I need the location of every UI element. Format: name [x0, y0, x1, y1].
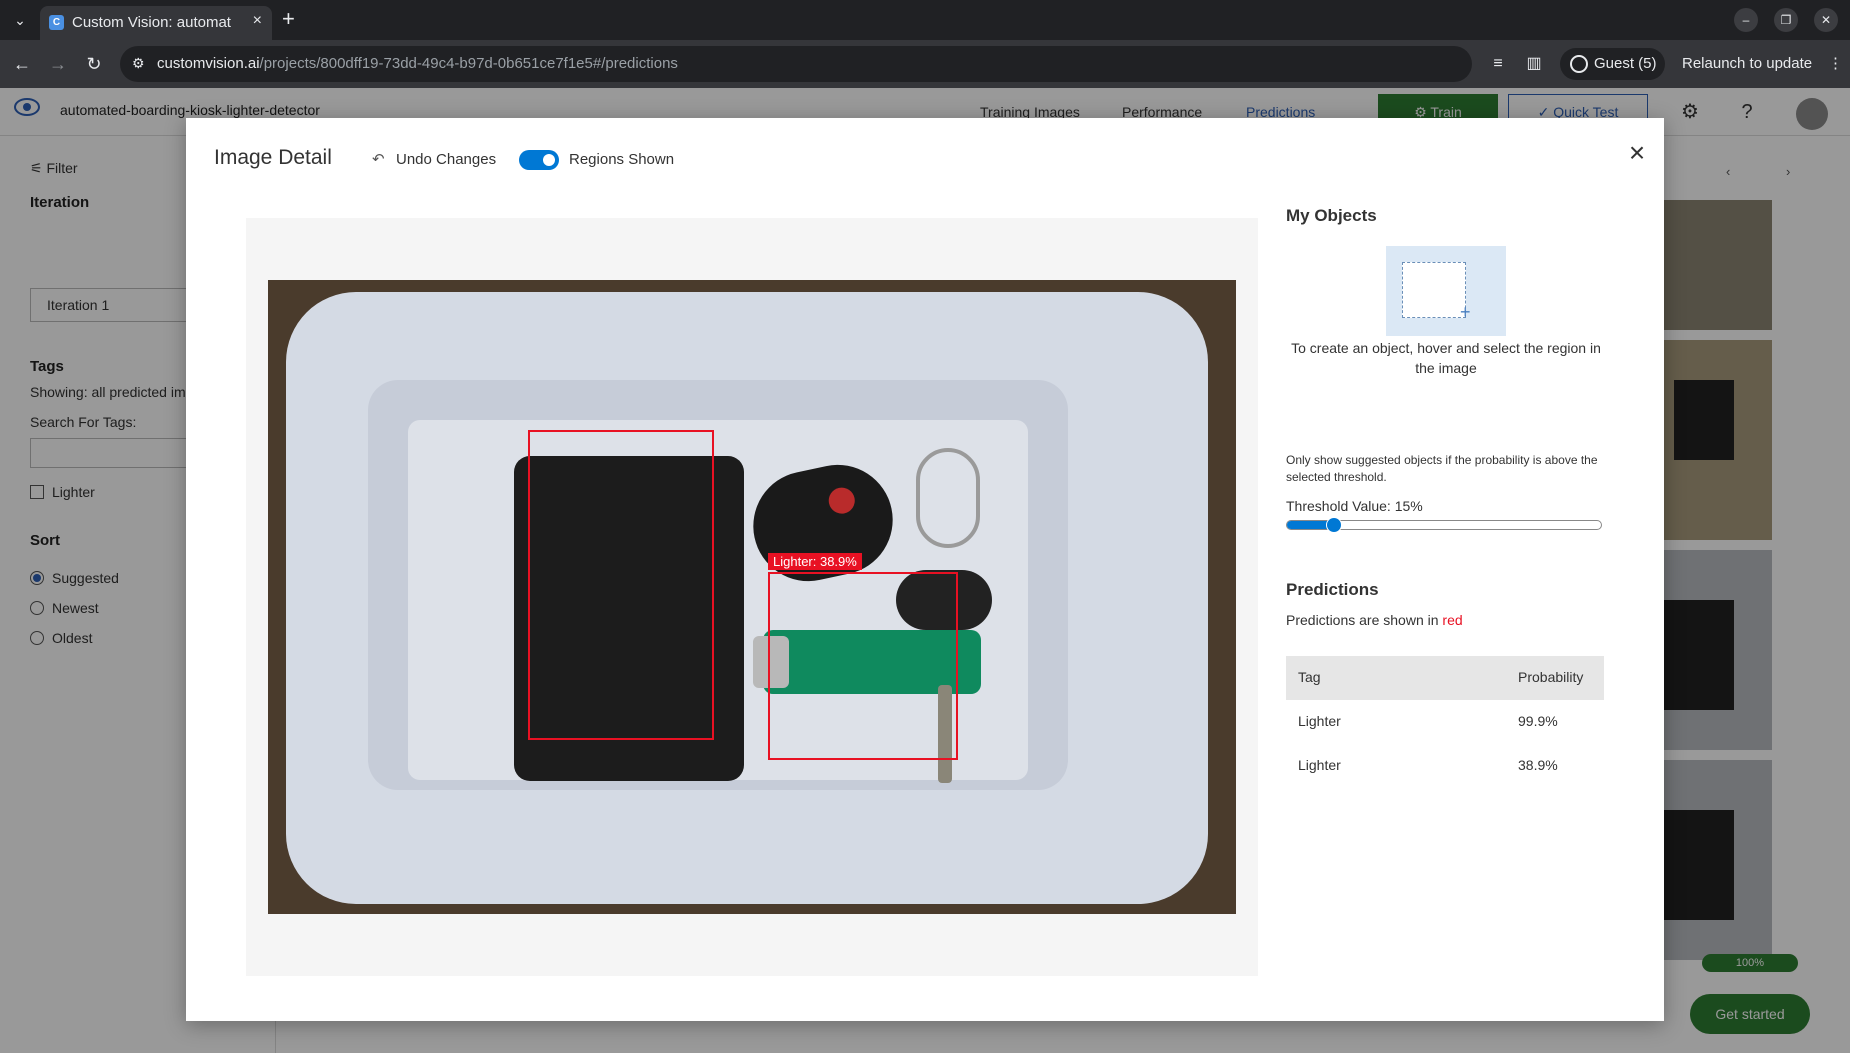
threshold-label: Threshold Value: 15%	[1286, 498, 1423, 514]
tab-close-icon[interactable]: ×	[253, 12, 262, 30]
predictions-note-text: Predictions are shown in	[1286, 612, 1439, 628]
threshold-slider[interactable]	[1286, 517, 1602, 533]
tray-photo[interactable]: Lighter: 38.9%	[268, 280, 1236, 914]
profile-icon	[1570, 55, 1588, 73]
row-tag: Lighter	[1298, 757, 1341, 773]
dialog-title: Image Detail	[214, 146, 332, 169]
side-panel-icon[interactable]: ▥	[1522, 52, 1546, 76]
window-close-icon[interactable]: ✕	[1814, 8, 1838, 32]
row-probability: 38.9%	[1518, 757, 1558, 773]
probability-column-header: Probability	[1518, 669, 1584, 685]
image-canvas[interactable]: Lighter: 38.9%	[246, 218, 1258, 976]
forward-icon[interactable]: →	[46, 52, 70, 76]
table-row[interactable]: Lighter 38.9%	[1286, 744, 1604, 788]
undo-label: Undo Changes	[396, 151, 497, 168]
relaunch-button[interactable]: Relaunch to update ⋮	[1682, 48, 1843, 80]
key-ring	[916, 448, 980, 548]
minimize-icon[interactable]: –	[1734, 8, 1758, 32]
back-icon[interactable]: ←	[10, 52, 34, 76]
prediction-region-2[interactable]	[768, 572, 958, 760]
threshold-note: Only show suggested objects if the proba…	[1286, 453, 1598, 484]
dashed-region-icon	[1402, 262, 1466, 318]
right-panel: My Objects + To create an object, hover …	[1286, 118, 1646, 1018]
image-detail-dialog: Image Detail ↶ Undo Changes Regions Shown…	[186, 118, 1664, 1021]
tab-title: Custom Vision: automat	[72, 14, 231, 31]
predictions-note-color: red	[1442, 612, 1463, 628]
url-text: customvision.ai/projects/800dff19-73dd-4…	[157, 55, 678, 72]
browser-toolbar: ← → ↻ ⚙ customvision.ai/projects/800dff1…	[0, 40, 1850, 88]
media-icon[interactable]: ≡	[1486, 52, 1510, 76]
site-info-icon[interactable]: ⚙	[132, 55, 145, 72]
my-objects-heading: My Objects	[1286, 206, 1377, 225]
slider-thumb[interactable]	[1326, 517, 1342, 533]
row-probability: 99.9%	[1518, 713, 1558, 729]
guest-label: Guest (5)	[1594, 55, 1657, 72]
region-label: Lighter: 38.9%	[768, 553, 862, 570]
browser-tabbar: ⌄ C Custom Vision: automat × + – ❐ ✕	[0, 0, 1850, 40]
tab-list-icon[interactable]: ⌄	[8, 8, 32, 32]
undo-changes-button[interactable]: ↶ Undo Changes	[372, 150, 496, 168]
browser-tab[interactable]: C Custom Vision: automat ×	[40, 6, 272, 40]
tag-column-header: Tag	[1298, 669, 1321, 685]
table-row[interactable]: Lighter 99.9%	[1286, 700, 1604, 744]
guest-profile-button[interactable]: Guest (5)	[1560, 48, 1665, 80]
address-bar[interactable]: ⚙ customvision.ai/projects/800dff19-73dd…	[120, 46, 1472, 82]
favicon-icon: C	[49, 15, 64, 30]
table-header: Tag Probability	[1286, 656, 1604, 700]
regions-toggle-label: Regions Shown	[569, 151, 675, 168]
regions-toggle[interactable]	[519, 150, 559, 170]
key-fob-button	[826, 485, 858, 517]
prediction-region-1[interactable]	[528, 430, 714, 740]
new-tab-icon[interactable]: +	[282, 6, 295, 32]
predictions-note: Predictions are shown in red	[1286, 612, 1463, 628]
create-object-note: To create an object, hover and select th…	[1291, 340, 1601, 376]
menu-icon[interactable]: ⋮	[1828, 48, 1843, 80]
create-object-illustration: +	[1386, 246, 1506, 336]
relaunch-label: Relaunch to update	[1682, 55, 1813, 72]
undo-icon: ↶	[372, 151, 385, 168]
restore-icon[interactable]: ❐	[1774, 8, 1798, 32]
predictions-heading: Predictions	[1286, 580, 1379, 599]
reload-icon[interactable]: ↻	[82, 52, 106, 76]
plus-icon: +	[1460, 302, 1471, 322]
row-tag: Lighter	[1298, 713, 1341, 729]
